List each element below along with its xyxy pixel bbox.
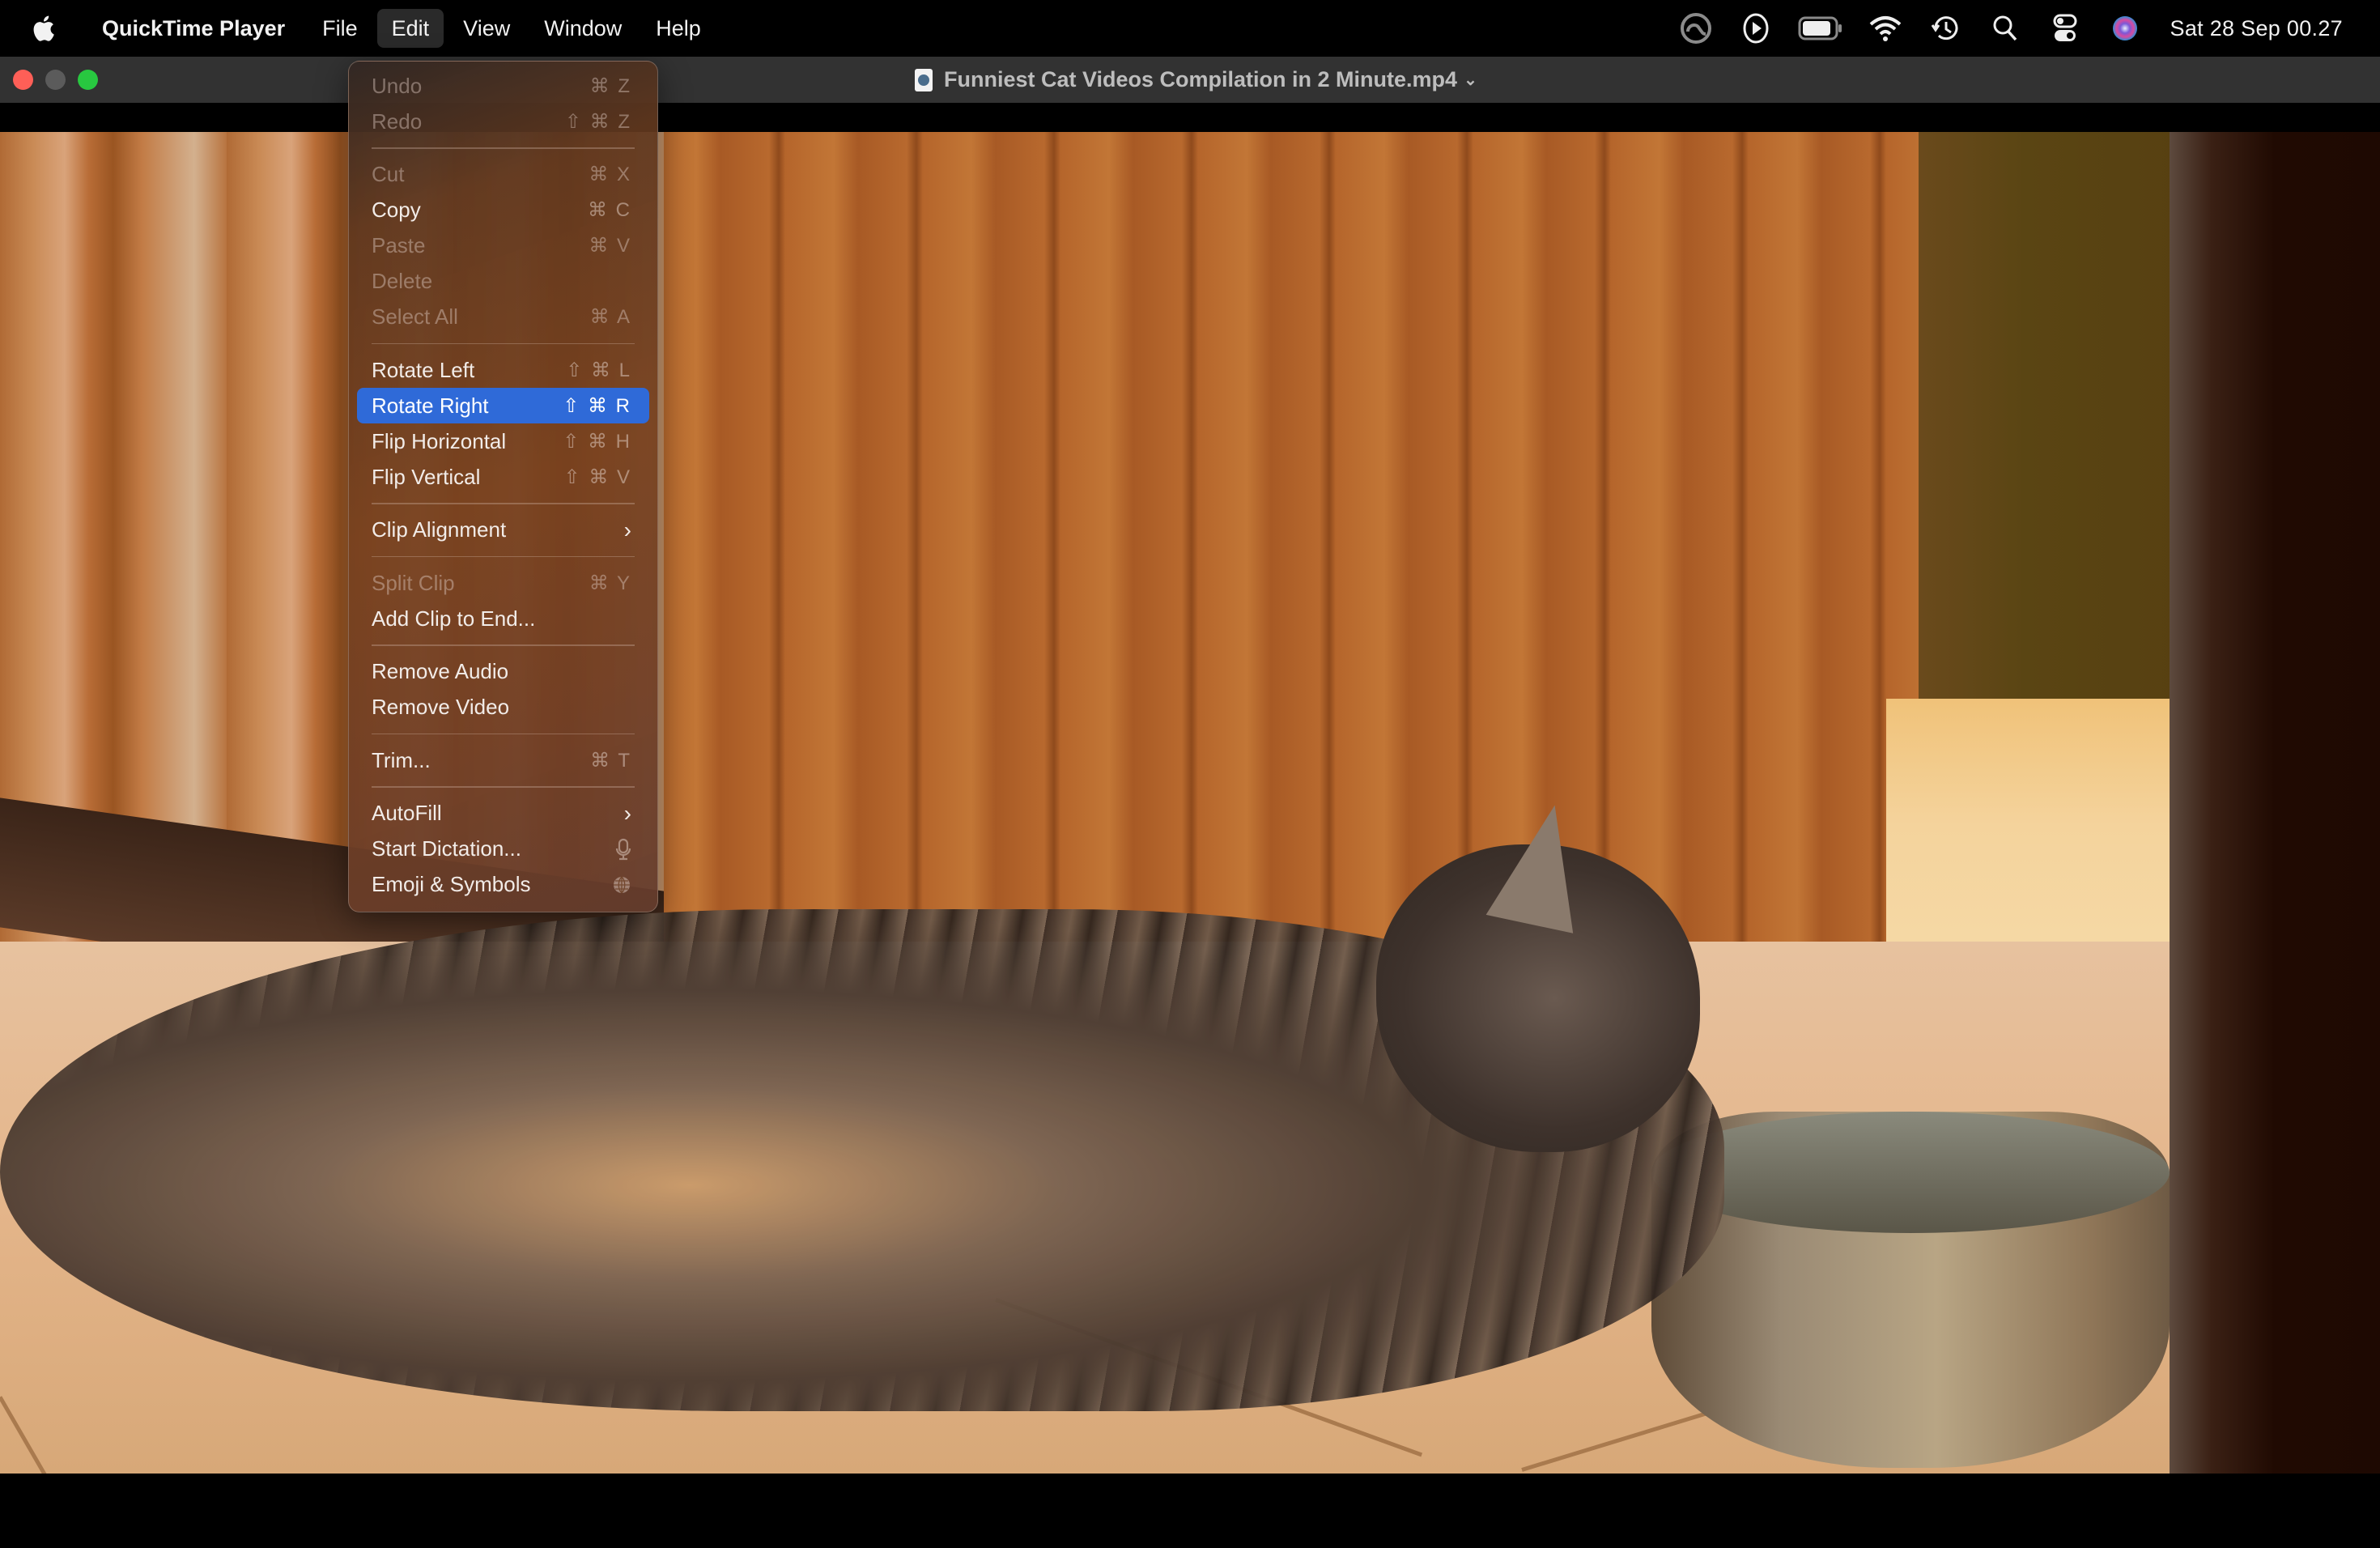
chevron-right-icon: ›	[623, 517, 631, 542]
menu-separator	[372, 342, 635, 344]
globe-icon	[612, 875, 631, 895]
menu-item-rotate-right[interactable]: Rotate Right ⇧ ⌘ R	[357, 388, 649, 423]
siri-icon[interactable]	[2107, 11, 2143, 46]
menu-item-shortcut: ⌘ A	[589, 306, 631, 328]
menu-item-label: Start Dictation...	[372, 836, 521, 861]
menu-item-remove-audio[interactable]: Remove Audio	[357, 654, 649, 690]
wifi-icon[interactable]	[1868, 11, 1903, 46]
letterbox-bottom	[0, 1474, 2380, 1548]
menu-item-label: Flip Vertical	[372, 464, 481, 489]
menu-separator	[372, 147, 635, 149]
menu-item-add-clip-to-end[interactable]: Add Clip to End...	[357, 601, 649, 636]
menu-item-paste[interactable]: Paste ⌘ V	[357, 228, 649, 264]
menu-item-shortcut: ⇧ ⌘ H	[563, 430, 631, 453]
menu-item-trim[interactable]: Trim... ⌘ T	[357, 742, 649, 778]
menu-item-emoji-symbols[interactable]: Emoji & Symbols	[357, 867, 649, 903]
menu-item-label: Redo	[372, 108, 423, 134]
menu-item-label: Split Clip	[372, 570, 455, 595]
menu-bar-clock[interactable]: Sat 28 Sep 00.27	[2170, 16, 2343, 41]
menu-edit[interactable]: Edit	[376, 9, 444, 48]
menu-item-rotate-left[interactable]: Rotate Left ⇧ ⌘ L	[357, 352, 649, 388]
status-area: Sat 28 Sep 00.27	[1678, 0, 2380, 57]
menu-item-label: Clip Alignment	[372, 517, 507, 542]
fullscreen-window-button[interactable]	[78, 70, 98, 90]
menu-item-redo[interactable]: Redo ⇧ ⌘ Z	[357, 104, 649, 139]
window-title[interactable]: Funniest Cat Videos Compilation in 2 Min…	[915, 57, 1477, 103]
menu-item-label: Flip Horizontal	[372, 428, 507, 453]
menu-item-shortcut: ⌘ C	[588, 199, 631, 221]
menu-item-label: Trim...	[372, 747, 431, 772]
close-window-button[interactable]	[13, 70, 33, 90]
spotlight-search-icon[interactable]	[1987, 11, 2023, 46]
menu-item-label: Remove Video	[372, 695, 510, 719]
edit-menu-dropdown: Undo ⌘ Z Redo ⇧ ⌘ Z Cut ⌘ X Copy ⌘ C Paste ⌘ V Del…	[348, 61, 658, 912]
menu-item-label: Add Clip to End...	[372, 606, 536, 631]
menu-item-shortcut: ⇧ ⌘ R	[563, 394, 631, 417]
menu-bar: QuickTime Player File Edit View Window H…	[0, 0, 2380, 57]
menu-item-shortcut: ⌘ T	[590, 749, 631, 772]
menu-item-label: Rotate Right	[372, 393, 489, 418]
microphone-icon	[615, 838, 631, 861]
menu-item-shortcut: ⌘ V	[589, 235, 631, 257]
menu-help[interactable]: Help	[641, 9, 716, 48]
menu-item-label: Delete	[372, 269, 433, 293]
menu-item-start-dictation[interactable]: Start Dictation...	[357, 831, 649, 867]
video-green-wall	[1919, 132, 2186, 747]
menu-item-label: Copy	[372, 198, 421, 222]
menu-item-label: Paste	[372, 233, 426, 257]
menu-item-shortcut: ⌘ Z	[589, 74, 631, 97]
menu-item-label: AutoFill	[372, 801, 442, 825]
menu-separator	[372, 733, 635, 734]
menu-item-shortcut: ⌘ Y	[589, 572, 631, 594]
menu-item-select-all[interactable]: Select All ⌘ A	[357, 300, 649, 335]
menu-item-undo[interactable]: Undo ⌘ Z	[357, 68, 649, 104]
control-center-icon[interactable]	[2047, 11, 2083, 46]
video-steel-bowl-rim	[1651, 1112, 2170, 1233]
menu-item-shortcut: ⇧ ⌘ Z	[564, 110, 631, 133]
menu-window[interactable]: Window	[529, 9, 636, 48]
menu-item-label: Cut	[372, 162, 405, 186]
chevron-down-icon[interactable]: ⌄	[1464, 70, 1477, 90]
menu-app-name[interactable]: QuickTime Player	[87, 9, 300, 48]
menu-item-label: Emoji & Symbols	[372, 872, 531, 896]
menu-item-split-clip[interactable]: Split Clip ⌘ Y	[357, 565, 649, 601]
menu-item-copy[interactable]: Copy ⌘ C	[357, 193, 649, 228]
chevron-right-icon: ›	[623, 800, 631, 826]
menu-item-cut[interactable]: Cut ⌘ X	[357, 157, 649, 193]
menu-item-label: Undo	[372, 73, 423, 98]
video-door-frame	[2170, 132, 2380, 1474]
menu-separator	[372, 786, 635, 788]
menu-view[interactable]: View	[448, 9, 525, 48]
movie-document-icon	[915, 68, 933, 91]
menu-item-flip-horizontal[interactable]: Flip Horizontal ⇧ ⌘ H	[357, 423, 649, 459]
window-title-text: Funniest Cat Videos Compilation in 2 Min…	[944, 67, 1458, 91]
menu-item-autofill[interactable]: AutoFill ›	[357, 796, 649, 831]
minimize-window-button[interactable]	[45, 70, 66, 90]
menu-item-shortcut: ⌘ X	[589, 164, 631, 185]
menu-item-label: Select All	[372, 304, 458, 329]
menu-item-label: Remove Audio	[372, 659, 509, 683]
menu-separator	[372, 555, 635, 557]
menu-item-shortcut: ⇧ ⌘ V	[563, 466, 631, 488]
battery-icon[interactable]	[1798, 11, 1843, 46]
menu-separator	[372, 503, 635, 504]
play-circle-icon[interactable]	[1738, 11, 1774, 46]
menu-separator	[372, 644, 635, 646]
menu-item-shortcut: ⇧ ⌘ L	[566, 359, 631, 381]
menu-file[interactable]: File	[308, 9, 372, 48]
creative-cloud-icon[interactable]	[1678, 11, 1714, 46]
menu-item-label: Rotate Left	[372, 357, 475, 382]
apple-logo-icon[interactable]	[31, 15, 55, 42]
menu-item-flip-vertical[interactable]: Flip Vertical ⇧ ⌘ V	[357, 459, 649, 495]
menu-item-delete[interactable]: Delete	[357, 264, 649, 300]
time-machine-icon[interactable]	[1927, 11, 1963, 46]
menu-item-remove-video[interactable]: Remove Video	[357, 690, 649, 725]
menu-item-clip-alignment[interactable]: Clip Alignment ›	[357, 512, 649, 548]
